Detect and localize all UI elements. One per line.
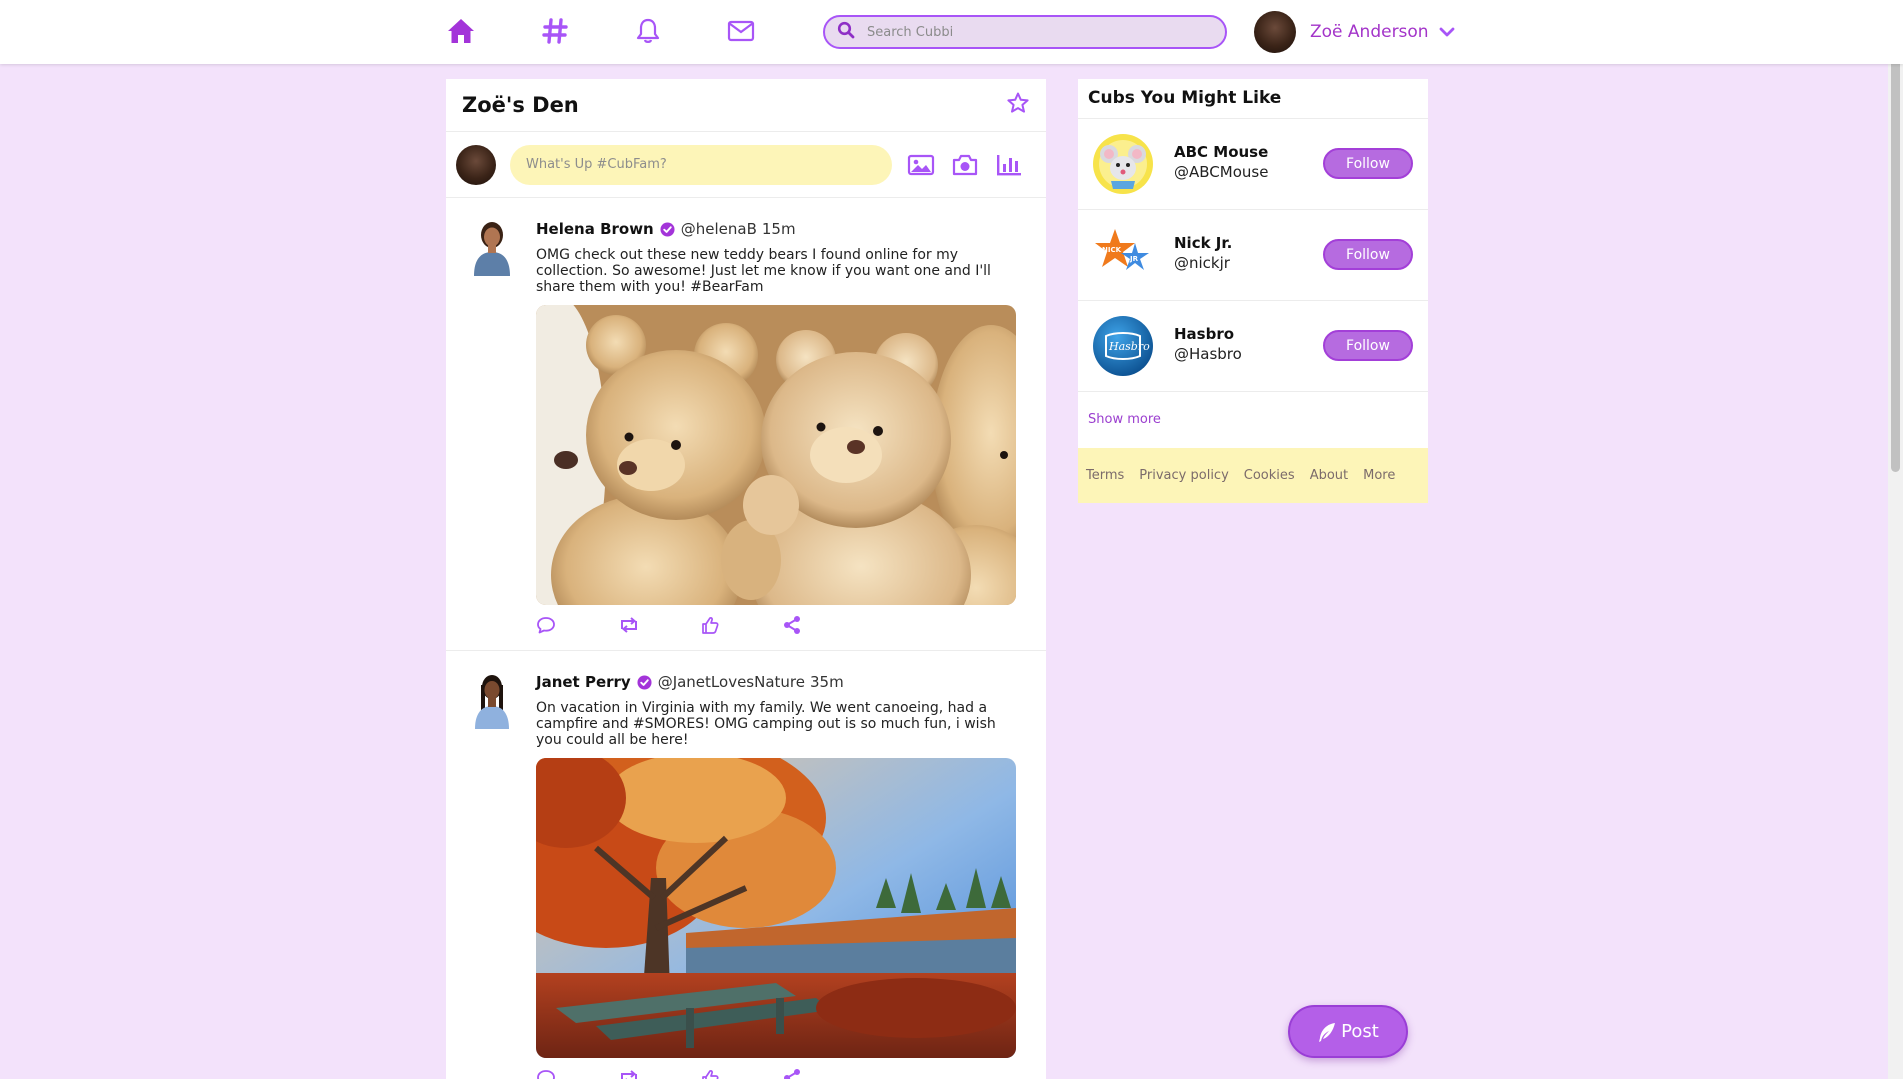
post-author-handle[interactable]: @JanetLovesNature [658,673,805,691]
abc-mouse-logo[interactable] [1093,134,1153,194]
comment-icon[interactable] [536,616,618,634]
user-menu[interactable]: Zoë Anderson [1254,11,1455,53]
footer-link-cookies[interactable]: Cookies [1244,468,1295,483]
verified-badge-icon [637,674,652,690]
sidebar-title: Cubs You Might Like [1078,79,1428,119]
suggestion-item: Hasbro Hasbro @Hasbro Follow [1078,301,1428,392]
svg-text:JR: JR [1129,255,1139,263]
post-button[interactable]: Post [1288,1005,1408,1058]
post-text: OMG check out these new teddy bears I fo… [536,247,991,295]
user-name: Zoë Anderson [1310,22,1429,42]
footer-link-terms[interactable]: Terms [1086,468,1124,483]
avatar [468,218,516,276]
suggestion-handle[interactable]: @nickjr [1174,254,1230,272]
suggestion-item: ABC Mouse @ABCMouse Follow [1078,119,1428,210]
suggestion-item: NICK JR Nick Jr. @nickjr Follow [1078,210,1428,301]
repost-icon[interactable] [618,616,700,634]
hasbro-logo[interactable]: Hasbro [1093,316,1153,376]
home-icon[interactable] [444,14,478,48]
hashtag-icon[interactable] [538,14,572,48]
composer [446,132,1046,198]
image-icon[interactable] [906,150,936,180]
search-input[interactable] [867,24,1207,40]
verified-badge-icon [660,221,675,237]
suggestion-handle[interactable]: @Hasbro [1174,345,1242,363]
avatar [468,671,516,729]
post-timestamp: 15m [761,220,796,238]
bell-icon[interactable] [631,14,665,48]
composer-input[interactable] [510,144,892,185]
svg-text:NICK: NICK [1102,246,1122,254]
suggestion-name[interactable]: Nick Jr. [1174,234,1232,252]
feather-icon [1317,1021,1337,1043]
chevron-down-icon [1439,23,1455,42]
nick-jr-logo[interactable]: NICK JR [1093,225,1153,285]
repost-icon[interactable] [618,1069,700,1079]
footer-links: Terms Privacy policy Cookies About More [1078,448,1428,503]
avatar [456,144,496,185]
share-icon[interactable] [782,615,864,635]
suggestion-handle[interactable]: @ABCMouse [1174,163,1268,181]
post-actions [536,605,1016,645]
post-author-name[interactable]: Helena Brown [536,220,654,238]
post-author-handle[interactable]: @helenaB [681,220,757,238]
post: Janet Perry @JanetLovesNature 35m On vac… [446,651,1046,1079]
svg-text:Hasbro: Hasbro [1108,340,1150,353]
scrollbar-thumb[interactable] [1891,2,1900,472]
envelope-icon[interactable] [724,14,758,48]
post-author-name[interactable]: Janet Perry [536,673,631,691]
page-title: Zoë's Den [462,93,579,117]
feed-panel: Zoë's Den Helena [446,79,1046,1079]
camera-icon[interactable] [950,150,980,180]
post-image[interactable] [536,305,1016,605]
post-actions [536,1058,1016,1079]
star-icon[interactable] [1006,91,1030,119]
top-navigation-bar: Zoë Anderson [0,0,1903,64]
share-icon[interactable] [782,1068,864,1079]
post-timestamp: 35m [809,673,844,691]
post-button-label: Post [1341,1021,1379,1042]
suggestion-name[interactable]: Hasbro [1174,325,1234,343]
post: Helena Brown @helenaB 15m OMG check out … [446,198,1046,651]
footer-link-privacy[interactable]: Privacy policy [1139,468,1228,483]
comment-icon[interactable] [536,1069,618,1079]
avatar [1254,11,1296,53]
footer-link-more[interactable]: More [1363,468,1395,483]
follow-button[interactable]: Follow [1323,148,1413,179]
like-thumb-icon[interactable] [700,615,782,635]
suggestion-name[interactable]: ABC Mouse [1174,143,1268,161]
suggestions-sidebar: Cubs You Might Like ABC Mouse @ABCMouse … [1078,79,1428,503]
footer-link-about[interactable]: About [1310,468,1348,483]
feed-header: Zoë's Den [446,79,1046,132]
follow-button[interactable]: Follow [1323,330,1413,361]
show-more-link[interactable]: Show more [1078,392,1428,448]
follow-button[interactable]: Follow [1323,239,1413,270]
like-thumb-icon[interactable] [700,1068,782,1079]
poll-chart-icon[interactable] [994,150,1024,180]
post-image[interactable] [536,758,1016,1058]
search-icon [837,21,855,43]
search-bar [823,15,1227,49]
post-text: On vacation in Virginia with my family. … [536,700,996,748]
